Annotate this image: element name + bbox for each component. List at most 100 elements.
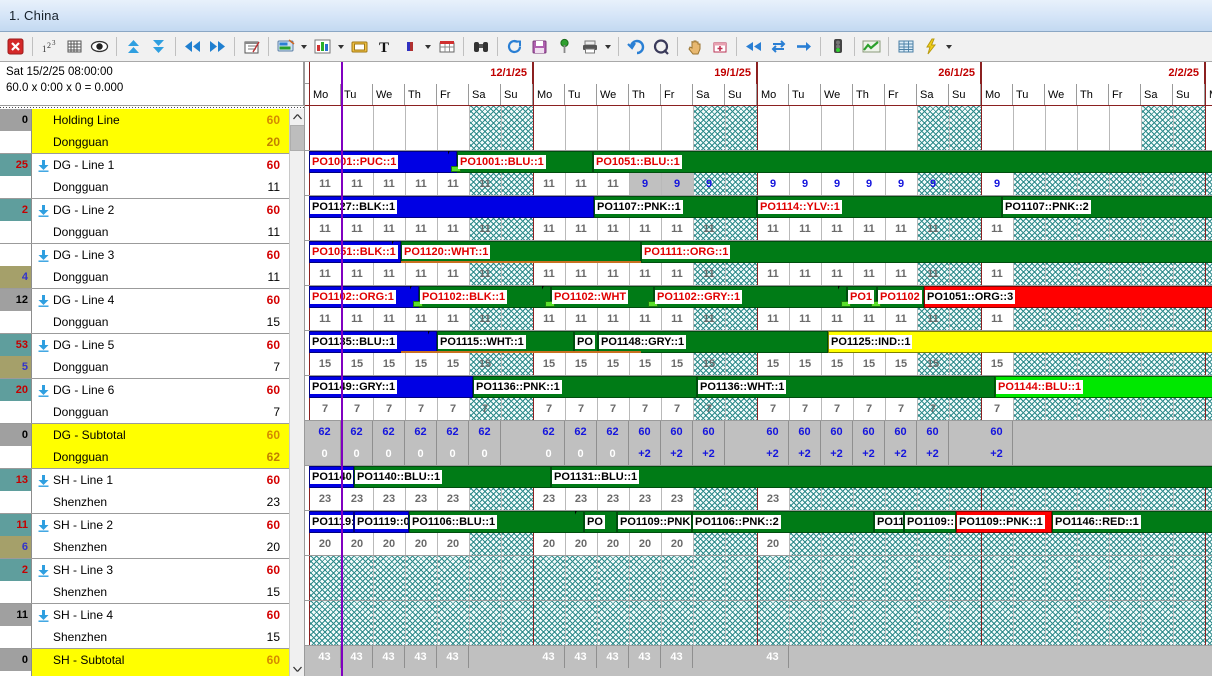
gantt-body[interactable]: PO1001::PUC::1PO1001::BLU::1PO1051::BLU:… (305, 106, 1212, 676)
resource-row[interactable]: 20DG - Line 6600Dongguan7 (0, 379, 304, 424)
eye-icon[interactable] (88, 35, 111, 58)
chevron-down-icon[interactable] (298, 35, 309, 58)
gantt-row[interactable]: PO1119::PO1119::0PO1106::BLU::1POPO1109:… (305, 511, 1212, 556)
gantt-row[interactable]: 6262626262626262626060606060606060606000… (305, 421, 1212, 466)
gantt-task-bar[interactable]: PO1001::PUC::1 (309, 151, 457, 173)
gantt-task-bar[interactable]: PO1102::GRY::1 (654, 286, 847, 308)
gantt-row[interactable]: 4343434343434343434343 (305, 646, 1212, 676)
swap-icon[interactable] (767, 35, 790, 58)
resource-row[interactable]: 0Holding Line600Dongguan20 (0, 109, 304, 154)
gantt-task-bar[interactable]: PO1107::PNK::2 (1002, 196, 1212, 218)
resource-row[interactable]: 11SH - Line 4600Shenzhen15 (0, 604, 304, 649)
gantt-task-bar[interactable]: PO1125::IND::1 (828, 331, 1212, 353)
undo-icon[interactable] (624, 35, 647, 58)
scroll-thumb[interactable] (290, 125, 305, 151)
download-arrow-icon[interactable] (36, 159, 51, 172)
download-arrow-icon[interactable] (36, 339, 51, 352)
download-arrow-icon[interactable] (36, 384, 51, 397)
gantt-task-bar[interactable]: PO1051::BLU::1 (593, 151, 1212, 173)
gantt-task-bar[interactable]: PO1051::BLK::1 (309, 241, 401, 263)
expand-down-icon[interactable] (147, 35, 170, 58)
gantt-task-bar[interactable]: PO1107::PNK::1 (594, 196, 757, 218)
gantt-task-bar[interactable]: PO1102::BLK::1 (419, 286, 551, 308)
text-icon[interactable]: T (373, 35, 396, 58)
gantt-pane[interactable]: 12/1/2519/1/2526/1/252/2/25 MoTuWeThFrSa… (305, 62, 1212, 676)
chevron-down-icon[interactable] (422, 35, 433, 58)
gantt-row[interactable]: PO1140PO1140::BLU::1PO1131::BLU::1232323… (305, 466, 1212, 511)
lightning-icon[interactable] (919, 35, 942, 58)
gantt-row[interactable] (305, 601, 1212, 646)
gantt-task-bar[interactable]: PO (584, 511, 617, 533)
resource-row[interactable]: 12DG - Line 4600Dongguan15 (0, 289, 304, 334)
resource-row[interactable]: 2SH - Line 3600Shenzhen15 (0, 559, 304, 604)
gantt-task-bar[interactable]: PO11 (874, 511, 904, 533)
gantt-task-bar[interactable]: PO1102 (877, 286, 924, 308)
resource-list-scrollbar[interactable] (289, 109, 304, 676)
resource-row[interactable]: 116SH - Line 2600Shenzhen20 (0, 514, 304, 559)
gantt-row[interactable] (305, 556, 1212, 601)
table-red-icon[interactable] (435, 35, 458, 58)
gantt-row[interactable]: PO1135::BLU::1PO1115::WHT::1POPO1148::GR… (305, 331, 1212, 376)
refresh-icon[interactable] (503, 35, 526, 58)
download-arrow-icon[interactable] (36, 519, 51, 532)
gantt-task-bar[interactable]: PO1119::0 (354, 511, 409, 533)
close-icon[interactable] (4, 35, 27, 58)
shift-left-icon[interactable] (742, 35, 765, 58)
download-arrow-icon[interactable] (36, 609, 51, 622)
spreadsheet-icon[interactable] (894, 35, 917, 58)
gantt-task-bar[interactable]: PO (574, 331, 598, 353)
gantt-task-bar[interactable]: PO1136::WHT::1 (697, 376, 995, 398)
scroll-down-arrow[interactable] (290, 661, 305, 676)
gantt-row[interactable]: PO1051::BLK::1PO1120::WHT::1PO1111::ORG:… (305, 241, 1212, 286)
rewind-icon[interactable] (181, 35, 204, 58)
gantt-task-bar[interactable]: PO1001::BLU::1 (457, 151, 593, 173)
fast-forward-icon[interactable] (206, 35, 229, 58)
pin-icon[interactable] (553, 35, 576, 58)
gantt-task-bar[interactable]: PO1114::YLV::1 (757, 196, 1002, 218)
remove-card-icon[interactable] (708, 35, 731, 58)
gantt-task-bar[interactable]: PO1127::BLK::1 (309, 196, 594, 218)
resource-row[interactable]: 535DG - Line 5600Dongguan7 (0, 334, 304, 379)
calendar-edit-icon[interactable] (240, 35, 263, 58)
color-bar-icon[interactable] (398, 35, 421, 58)
gantt-task-bar[interactable]: PO1148::GRY::1 (598, 331, 828, 353)
binoculars-icon[interactable] (469, 35, 492, 58)
gantt-task-bar[interactable]: PO1135::BLU::1 (309, 331, 437, 353)
window-icon[interactable] (348, 35, 371, 58)
grid-icon[interactable] (63, 35, 86, 58)
scroll-up-arrow[interactable] (290, 109, 305, 124)
resource-row[interactable]: 0DG - Subtotal600Dongguan62 (0, 424, 304, 469)
resource-row[interactable]: 25DG - Line 1600Dongguan11 (0, 154, 304, 199)
gantt-task-bar[interactable]: PO1149::GRY::1 (309, 376, 473, 398)
gantt-task-bar[interactable]: PO1102::ORG:1 (309, 286, 419, 308)
chevron-down-icon[interactable] (335, 35, 346, 58)
gantt-task-bar[interactable]: PO1119:: (309, 511, 354, 533)
download-arrow-icon[interactable] (36, 474, 51, 487)
gantt-task-bar[interactable]: PO1051::ORG::3 (924, 286, 1212, 308)
gantt-task-bar[interactable]: PO1120::WHT::1 (401, 241, 641, 263)
shift-right-icon[interactable] (792, 35, 815, 58)
gantt-row[interactable]: PO1149::GRY::1PO1136::PNK::1PO1136::WHT:… (305, 376, 1212, 421)
gantt-task-bar[interactable]: PO1140 (309, 466, 354, 488)
gantt-task-bar[interactable]: PO1111::ORG::1 (641, 241, 1212, 263)
resource-row[interactable]: 4DG - Line 3600Dongguan11 (0, 244, 304, 289)
chevron-down-icon[interactable] (943, 35, 954, 58)
traffic-light-icon[interactable] (826, 35, 849, 58)
redo-icon[interactable] (649, 35, 672, 58)
resource-row[interactable]: 0SH - Subtotal600Shenzhen73 (0, 649, 304, 676)
chart-view-icon[interactable] (274, 35, 297, 58)
gantt-task-bar[interactable]: PO1146::RED::1 (1052, 511, 1212, 533)
gantt-task-bar[interactable]: PO1106::PNK::2 (692, 511, 874, 533)
gantt-task-bar[interactable]: PO1140::BLU::1 (354, 466, 551, 488)
resource-row[interactable]: 13SH - Line 1600Shenzhen23 (0, 469, 304, 514)
trend-chart-icon[interactable] (860, 35, 883, 58)
hand-down-icon[interactable] (683, 35, 706, 58)
download-arrow-icon[interactable] (36, 294, 51, 307)
download-arrow-icon[interactable] (36, 564, 51, 577)
gantt-row[interactable]: PO1001::PUC::1PO1001::BLU::1PO1051::BLU:… (305, 151, 1212, 196)
download-arrow-icon[interactable] (36, 204, 51, 217)
bar-chart-icon[interactable] (311, 35, 334, 58)
resource-row[interactable]: 2DG - Line 2600Dongguan11 (0, 199, 304, 244)
gantt-task-bar[interactable]: PO1115::WHT::1 (437, 331, 574, 353)
print-icon[interactable] (578, 35, 601, 58)
